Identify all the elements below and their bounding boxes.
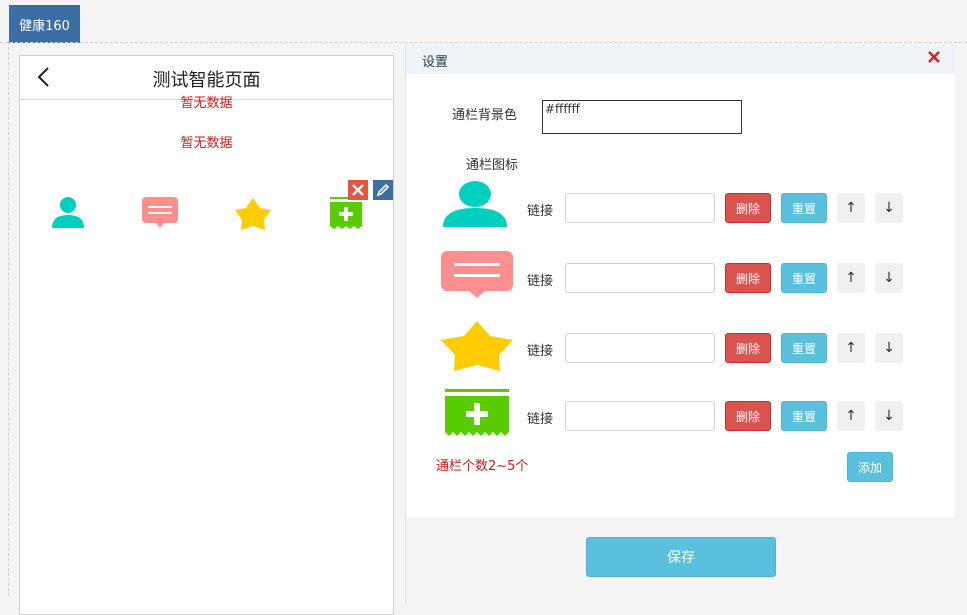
reset-button[interactable]: 重置: [781, 263, 827, 293]
link-label: 链接: [527, 204, 554, 219]
panel-body: 通栏背景色 通栏图标 链接 删除 重置 ↑ ↓: [406, 74, 955, 517]
bg-color-input[interactable]: [542, 100, 742, 134]
panel-header: 设置: [406, 44, 955, 74]
move-down-button[interactable]: ↓: [875, 401, 903, 431]
add-ticket-icon[interactable]: [329, 196, 363, 234]
icon-count-hint: 通栏个数2~5个: [436, 459, 529, 474]
link-label: 链接: [527, 274, 554, 289]
reset-button[interactable]: 重置: [781, 193, 827, 223]
icon-row: 链接 删除 重置 ↑ ↓: [406, 320, 955, 380]
move-up-button[interactable]: ↑: [837, 401, 865, 431]
save-button[interactable]: 保存: [586, 537, 776, 577]
panel-title: 设置: [422, 55, 449, 70]
empty-text: 暂无数据: [180, 96, 233, 111]
icon-row: 链接 删除 重置 ↑ ↓: [406, 388, 955, 448]
move-up-button[interactable]: ↑: [837, 263, 865, 293]
top-divider: [0, 42, 967, 43]
link-input[interactable]: [565, 263, 715, 293]
page-title: 测试智能页面: [152, 70, 261, 91]
empty-text: 暂无数据: [180, 136, 233, 151]
delete-button[interactable]: 删除: [725, 263, 771, 293]
bg-color-label: 通栏背景色: [452, 108, 518, 123]
link-label: 链接: [527, 412, 554, 427]
message-icon[interactable]: [141, 196, 179, 234]
icon-row: 链接 删除 重置 ↑ ↓: [406, 250, 955, 310]
link-input[interactable]: [565, 333, 715, 363]
left-divider: [8, 42, 9, 596]
phone-preview: 测试智能页面 暂无数据 暂无数据: [19, 55, 394, 615]
settings-panel: 设置 通栏背景色 通栏图标 链接 删除 重置 ↑ ↓: [405, 44, 955, 604]
move-up-button[interactable]: ↑: [837, 193, 865, 223]
tab-jiankang160[interactable]: 健康160: [9, 5, 80, 43]
move-down-button[interactable]: ↓: [875, 333, 903, 363]
add-ticket-icon: [444, 388, 510, 442]
move-down-button[interactable]: ↓: [875, 263, 903, 293]
reset-button[interactable]: 重置: [781, 333, 827, 363]
link-label: 链接: [527, 344, 554, 359]
move-up-button[interactable]: ↑: [837, 333, 865, 363]
icons-label: 通栏图标: [466, 158, 519, 173]
delete-button[interactable]: 删除: [725, 193, 771, 223]
delete-button[interactable]: 删除: [725, 333, 771, 363]
link-input[interactable]: [565, 401, 715, 431]
add-button[interactable]: 添加: [847, 452, 893, 482]
reset-button[interactable]: 重置: [781, 401, 827, 431]
delete-button[interactable]: 删除: [725, 401, 771, 431]
edit-pencil-icon[interactable]: [373, 180, 393, 200]
icon-row: 链接 删除 重置 ↑ ↓: [406, 180, 955, 240]
star-icon[interactable]: [234, 196, 272, 236]
delete-icon[interactable]: [348, 180, 368, 200]
close-icon[interactable]: [927, 50, 941, 68]
link-input[interactable]: [565, 193, 715, 223]
move-down-button[interactable]: ↓: [875, 193, 903, 223]
star-icon: [440, 320, 514, 376]
person-icon[interactable]: [50, 194, 86, 234]
person-icon: [442, 180, 508, 232]
message-icon: [440, 250, 514, 304]
